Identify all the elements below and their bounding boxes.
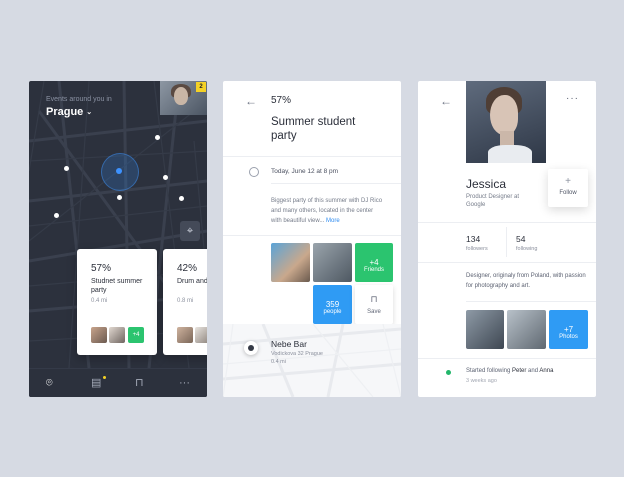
list-icon[interactable]: ▤ [91,377,101,389]
divider [271,183,401,184]
clock-icon [249,167,259,177]
following-count: 54 [516,234,526,244]
event-detail-screen: ← 57% Summer student party Today, June 1… [223,81,401,397]
activity-text: Started following Peter and Anna [466,368,553,374]
people-label: people [323,309,342,315]
more-link[interactable]: More [326,218,340,224]
divider [506,227,507,257]
people-count: 359 [325,300,340,309]
chevron-down-icon: ⌄ [86,109,93,117]
crosshair-icon: ⌖ [186,225,194,237]
event-distance: 0.8 mi [177,298,194,304]
gallery-photo[interactable] [507,310,546,349]
city-selector[interactable]: Prague ⌄ [46,106,92,118]
attendee-avatar [109,327,125,343]
followers-label: followers [466,246,488,252]
activity-prefix: Started following [466,368,511,374]
following-label: following [516,246,538,252]
back-arrow-icon[interactable]: ← [245,95,257,107]
venue-pin-icon[interactable] [244,341,258,355]
activity-time: 3 weeks ago [466,378,497,384]
bottom-nav: ⌾ ▤ ⊓ ··· [29,368,207,397]
attendee-avatar [177,327,193,343]
follow-button[interactable]: + Follow [548,169,588,207]
profile-name: Jessica [466,177,507,191]
friends-count: +4 [369,258,379,267]
event-percent: 57% [271,95,292,106]
event-distance: 0.4 mi [91,298,108,304]
event-title: Studnet summer party [91,278,143,294]
more-options-icon[interactable]: ··· [566,94,579,104]
friends-tile[interactable]: +4 Friends [355,243,393,282]
notification-badge: 2 [196,82,206,92]
friends-label: Friends [363,267,384,273]
map-pin[interactable] [163,175,168,180]
event-title: Drum and productio [177,278,207,285]
locate-me-button[interactable]: ⌖ [180,221,200,241]
venue-address-text: Vodickova 32 Prague [271,351,323,357]
photos-tile[interactable]: +7 Photos [549,310,588,349]
profile-screen: ← ··· Jessica Product Designer at Google… [418,81,596,397]
save-button[interactable]: ⊓ Save [355,285,393,324]
attendee-photo[interactable] [313,243,352,282]
attendee-avatar [195,327,207,343]
divider [418,262,596,263]
bookmark-icon: ⊓ [370,294,378,304]
more-attendees-badge[interactable]: +4 [128,327,144,343]
event-percent: 57% [91,263,112,274]
map-pin[interactable] [64,166,69,171]
event-card[interactable]: 42% Drum and productio 0.8 mi [163,249,207,355]
photos-count: +7 [563,325,574,334]
unread-dot [103,376,106,379]
activity-user-link[interactable]: Anna [539,368,553,374]
gallery-photo[interactable] [466,310,504,349]
bookmark-icon[interactable]: ⊓ [135,377,144,389]
more-icon[interactable]: ··· [179,377,190,389]
city-name: Prague [46,106,84,118]
map-screen: Events around you in Prague ⌄ 2 ⌖ 57% Stu… [29,81,207,397]
photos-label: Photos [559,334,578,340]
divider [418,358,596,359]
venue-distance: 0.4 mi [271,359,286,365]
map-pin[interactable] [54,213,59,218]
people-tile[interactable]: 359 people [313,285,352,324]
activity-and: and [528,368,539,374]
profile-bio: Designer, originaly from Poland, with pa… [466,273,586,289]
event-percent: 42% [177,263,198,274]
location-pin-icon[interactable]: ⌾ [46,377,53,389]
venue-name: Nebe Bar [271,339,307,349]
profile-photo [466,81,546,163]
plus-icon: + [565,176,571,187]
divider [223,156,401,157]
activity-dot [446,370,451,375]
event-title: Summer student party [271,116,356,142]
divider [418,222,596,223]
map-pin[interactable] [155,135,160,140]
back-arrow-icon[interactable]: ← [440,95,452,107]
divider [223,235,401,236]
follow-label: Follow [559,190,577,196]
event-card[interactable]: 57% Studnet summer party 0.4 mi +4 [77,249,157,355]
current-location-dot [116,168,122,174]
followers-count: 134 [466,234,481,244]
profile-job: Product Designer at Google [466,194,520,208]
event-date: Today, June 12 at 8 pm [271,168,339,175]
map-pin[interactable] [117,195,122,200]
activity-user-link[interactable]: Peter [512,368,526,374]
event-description: Biggest party of this summer with DJ Ric… [271,196,385,226]
map-pin[interactable] [179,196,184,201]
attendee-avatar [91,327,107,343]
attendee-photo[interactable] [271,243,310,282]
divider [466,301,596,302]
events-label: Events around you in [46,96,112,103]
venue-address: Vodickova 32 Prague 0.4 mi [271,350,331,366]
save-label: Save [367,309,381,315]
